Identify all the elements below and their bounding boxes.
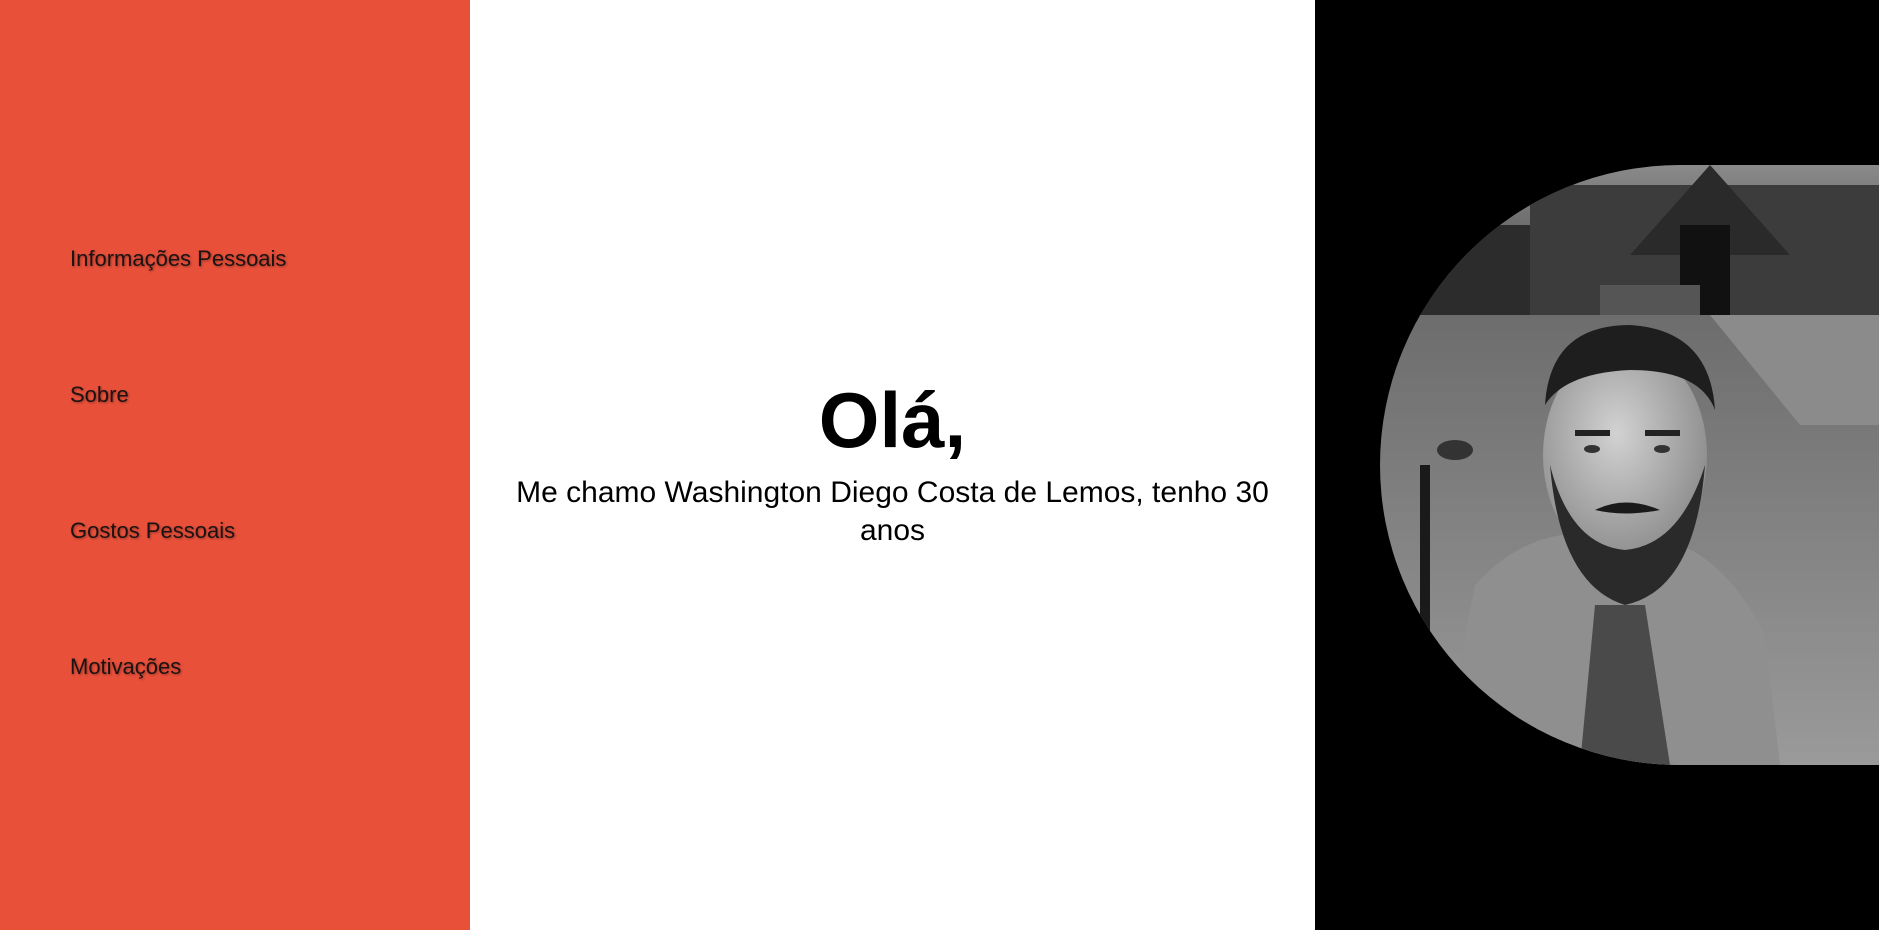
- main-content: Olá, Me chamo Washington Diego Costa de …: [470, 0, 1315, 930]
- page: Informações Pessoais Sobre Gostos Pessoa…: [0, 0, 1879, 930]
- profile-photo: [1380, 165, 1879, 765]
- photo-panel: [1315, 0, 1879, 930]
- nav-item-gostos-pessoais[interactable]: Gostos Pessoais: [70, 518, 235, 544]
- nav-item-sobre[interactable]: Sobre: [70, 382, 129, 408]
- greeting-heading: Olá,: [818, 376, 967, 464]
- profile-photo-image: [1380, 165, 1879, 765]
- sidebar-nav: Informações Pessoais Sobre Gostos Pessoa…: [0, 0, 470, 930]
- nav-item-motivacoes[interactable]: Motivações: [70, 654, 181, 680]
- nav-item-informacoes-pessoais[interactable]: Informações Pessoais: [70, 246, 286, 272]
- intro-text: Me chamo Washington Diego Costa de Lemos…: [516, 476, 1269, 547]
